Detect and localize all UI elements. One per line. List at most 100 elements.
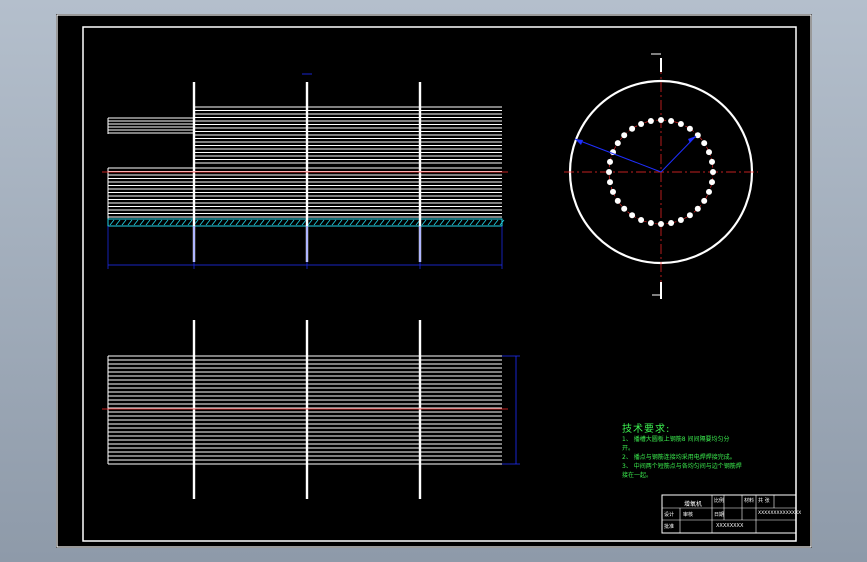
hole — [614, 197, 621, 204]
hole — [668, 220, 675, 226]
hatch-stroke — [115, 219, 121, 226]
hatch-stroke — [421, 219, 427, 226]
hatch-stroke — [289, 219, 295, 226]
hatch-stroke — [127, 219, 133, 226]
plan-view — [102, 320, 520, 499]
tb-company: XXXXXXXXXXXXXX — [758, 511, 802, 516]
hatch-stroke — [361, 219, 367, 226]
hatch-stroke — [133, 219, 139, 226]
hatch-stroke — [343, 219, 349, 226]
hatch-stroke — [301, 219, 307, 226]
hole — [610, 188, 616, 195]
hole — [647, 220, 654, 226]
circle-view — [564, 53, 758, 299]
hole — [694, 205, 701, 212]
hatch-stroke — [487, 219, 493, 226]
note-line-2: 开。 — [622, 445, 635, 452]
hole — [607, 179, 613, 186]
radius-arrow-inner — [688, 136, 696, 143]
hatch-stroke — [379, 219, 385, 226]
hatch-stroke — [457, 219, 463, 226]
hole — [709, 158, 715, 165]
hatch-stroke — [163, 219, 169, 226]
hatch-stroke — [139, 219, 145, 226]
tb-checker: 审核 — [683, 512, 694, 518]
hole — [706, 188, 712, 195]
tb-date-label: 日期 — [714, 512, 725, 518]
note-line-3: 2、 播点与钢筋连接均采用电焊焊接完成。 — [622, 454, 736, 461]
hatch-stroke — [403, 219, 409, 226]
hatch-stroke — [271, 219, 277, 226]
technical-notes: 技术要求: 1、 播槽大圆板上钢筋8 间间隔要均匀分 开。 2、 播点与钢筋连接… — [622, 420, 812, 480]
hatch-stroke — [181, 219, 187, 226]
hatch-stroke — [151, 219, 157, 226]
hatch-stroke — [373, 219, 379, 226]
hatch-stroke — [205, 219, 211, 226]
tb-designer: 设计 — [664, 512, 675, 518]
hole — [686, 212, 693, 219]
hole — [638, 121, 645, 127]
hatch-stroke — [481, 219, 487, 226]
hatch-stroke — [121, 219, 127, 226]
hatch-stroke — [241, 219, 247, 226]
note-line-4: 3、 中间两个短筋点与各均匀间与边个钢筋焊 — [622, 463, 742, 470]
hatch-stroke — [211, 219, 217, 226]
hatch-stroke — [229, 219, 235, 226]
hole — [706, 149, 712, 156]
hatch-stroke — [451, 219, 457, 226]
hatch-stroke — [109, 219, 115, 226]
hole — [701, 197, 708, 204]
tb-material-label: 材料 — [744, 498, 755, 504]
hatch-stroke — [385, 219, 391, 226]
hatch-stroke — [439, 219, 445, 226]
hatch-stroke — [319, 219, 325, 226]
hole — [677, 121, 684, 127]
hatch-stroke — [427, 219, 433, 226]
hole — [709, 179, 715, 186]
hatch-stroke — [397, 219, 403, 226]
hole — [677, 217, 684, 223]
hole — [658, 221, 664, 227]
hatch-stroke — [259, 219, 265, 226]
hatch-stroke — [307, 219, 313, 226]
hatch-stroke — [247, 219, 253, 226]
hole — [629, 125, 636, 132]
hatch-stroke — [295, 219, 301, 226]
hatch-stroke — [253, 219, 259, 226]
note-line-5: 接在一起。 — [622, 472, 653, 479]
hole — [629, 212, 636, 219]
tb-sheet-label: 共 张 — [758, 498, 770, 504]
hatch-stroke — [337, 219, 343, 226]
hole — [621, 132, 628, 139]
tb-school: XXXXXXXX — [716, 523, 744, 529]
hatch-stroke — [367, 219, 373, 226]
hatch-stroke — [277, 219, 283, 226]
hatch-stroke — [433, 219, 439, 226]
hole — [701, 140, 708, 147]
hole — [606, 169, 612, 175]
hole — [621, 205, 628, 212]
hole — [710, 169, 716, 175]
hole — [686, 125, 693, 132]
hatch-stroke — [325, 219, 331, 226]
hatch-stroke — [157, 219, 163, 226]
hole — [694, 132, 701, 139]
hatch-stroke — [235, 219, 241, 226]
hatch-stroke — [217, 219, 223, 226]
drawing-sheet: 技术要求: 1、 播槽大圆板上钢筋8 间间隔要均匀分 开。 2、 播点与钢筋连接… — [56, 14, 812, 548]
hatch-stroke — [445, 219, 451, 226]
hatch-stroke — [145, 219, 151, 226]
hatch-stroke — [313, 219, 319, 226]
hole — [607, 158, 613, 165]
hole — [647, 118, 654, 124]
tb-scale-label: 比例 — [714, 498, 725, 504]
hatch-stroke — [169, 219, 175, 226]
hatch-stroke — [199, 219, 205, 226]
tb-approver: 批准 — [664, 524, 675, 530]
hatch-stroke — [223, 219, 229, 226]
hatch-stroke — [187, 219, 193, 226]
hatch-stroke — [331, 219, 337, 226]
hatch-stroke — [283, 219, 289, 226]
notes-title: 技术要求: — [622, 424, 671, 435]
hole — [668, 118, 675, 124]
